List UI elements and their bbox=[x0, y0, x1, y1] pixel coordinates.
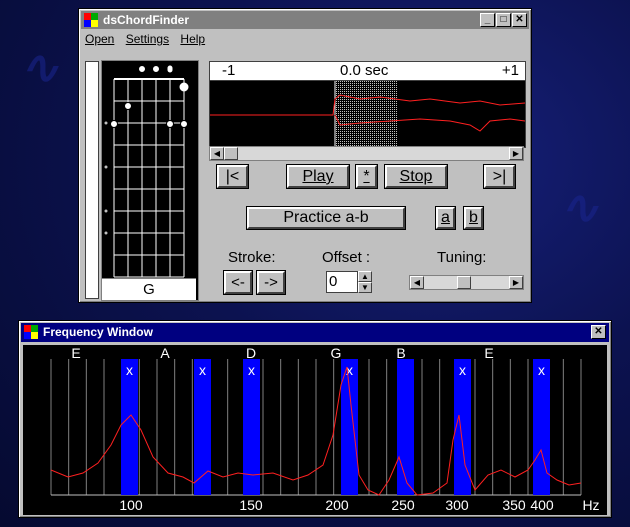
minimize-button[interactable]: _ bbox=[480, 13, 495, 27]
tuning-label: Tuning: bbox=[437, 249, 487, 266]
axis-tick-label: 200 bbox=[325, 497, 349, 513]
axis-tick-label: 300 bbox=[445, 497, 469, 513]
stroke-prev-button[interactable]: <- bbox=[223, 270, 253, 295]
mark-button[interactable]: * bbox=[355, 164, 378, 189]
axis-tick-label: 400 bbox=[530, 497, 554, 513]
scroll-thumb[interactable] bbox=[224, 147, 238, 160]
offset-label: Offset : bbox=[322, 249, 371, 266]
note-band bbox=[121, 359, 138, 495]
offset-input[interactable]: 0 bbox=[326, 271, 358, 293]
note-label: E bbox=[71, 345, 80, 361]
menu-open[interactable]: Open bbox=[81, 30, 118, 48]
frequency-close-button[interactable]: ✕ bbox=[591, 325, 606, 339]
fretboard bbox=[104, 64, 189, 278]
axis-tick-label: 350 bbox=[502, 497, 526, 513]
note-label: G bbox=[331, 345, 342, 361]
axis-unit-label: Hz bbox=[582, 497, 599, 513]
desktop-background-decoration: ∿ bbox=[20, 40, 59, 94]
note-band bbox=[341, 359, 358, 495]
timeline-center-label: 0.0 sec bbox=[340, 62, 389, 79]
note-band bbox=[533, 359, 550, 495]
stroke-label: Stroke: bbox=[228, 249, 276, 266]
frequency-window: Frequency Window ✕ x x x x x x E A D G B E 100 150 200… bbox=[18, 320, 612, 518]
note-label: B bbox=[396, 345, 405, 361]
tuning-left-arrow[interactable]: ◀ bbox=[410, 276, 424, 289]
tuning-thumb[interactable] bbox=[457, 276, 471, 289]
tuning-right-arrow[interactable]: ▶ bbox=[509, 276, 523, 289]
offset-spinner[interactable]: 0 ▲ ▼ bbox=[326, 271, 372, 293]
menu-bar: Open Settings Help bbox=[81, 30, 529, 48]
tuning-slider[interactable]: ◀ ▶ bbox=[409, 275, 524, 290]
play-button[interactable]: Play bbox=[286, 164, 350, 189]
waveform bbox=[210, 81, 525, 147]
close-button[interactable]: ✕ bbox=[512, 13, 527, 27]
offset-up-arrow[interactable]: ▲ bbox=[358, 271, 372, 282]
go-last-button[interactable]: >| bbox=[483, 164, 516, 189]
axis-tick-label: 150 bbox=[239, 497, 263, 513]
waveform-view[interactable] bbox=[209, 80, 526, 148]
desktop-background-decoration: ∿ bbox=[560, 180, 599, 234]
practice-button[interactable]: Practice a-b bbox=[246, 206, 406, 230]
note-label: A bbox=[160, 345, 170, 361]
menu-settings[interactable]: Settings bbox=[122, 30, 173, 48]
axis-tick-label: 100 bbox=[119, 497, 143, 513]
note-mark: x bbox=[459, 362, 466, 378]
marker-b-button[interactable]: b bbox=[463, 206, 484, 230]
chord-name: G bbox=[143, 281, 155, 298]
frequency-titlebar[interactable]: Frequency Window ✕ bbox=[21, 323, 609, 342]
timeline-right-label: +1 bbox=[501, 62, 519, 79]
timeline-left-label: -1 bbox=[222, 62, 236, 79]
marker-a-button[interactable]: a bbox=[435, 206, 456, 230]
note-mark: x bbox=[199, 362, 206, 378]
main-window-title: dsChordFinder bbox=[103, 13, 189, 27]
stroke-next-button[interactable]: -> bbox=[256, 270, 286, 295]
spectrum-plot: x x x x x xE A D G B E100 150 200 250 300 350 400 Hz bbox=[50, 345, 600, 513]
go-first-button[interactable]: |< bbox=[216, 164, 249, 189]
maximize-button[interactable]: □ bbox=[496, 13, 511, 27]
menu-help[interactable]: Help bbox=[176, 30, 209, 48]
axis-tick-label: 250 bbox=[391, 497, 415, 513]
note-mark: x bbox=[538, 362, 545, 378]
offset-down-arrow[interactable]: ▼ bbox=[358, 282, 372, 293]
app-icon bbox=[84, 13, 98, 27]
note-mark: x bbox=[126, 362, 133, 378]
app-icon bbox=[24, 325, 38, 339]
main-window: dsChordFinder _ □ ✕ Open Settings Help G… bbox=[78, 8, 532, 303]
level-meter bbox=[85, 61, 99, 299]
scroll-left-arrow[interactable]: ◀ bbox=[210, 147, 224, 160]
frequency-window-title: Frequency Window bbox=[43, 325, 153, 339]
note-label: D bbox=[246, 345, 256, 361]
chord-diagram: G bbox=[101, 60, 199, 301]
timeline-header: -1 0.0 sec +1 bbox=[209, 61, 526, 81]
chord-name-box: G bbox=[102, 278, 196, 300]
note-band bbox=[397, 359, 414, 495]
main-titlebar[interactable]: dsChordFinder _ □ ✕ bbox=[81, 11, 529, 29]
note-label: E bbox=[484, 345, 493, 361]
timeline-scrollbar[interactable]: ◀ ▶ bbox=[209, 146, 524, 161]
scroll-right-arrow[interactable]: ▶ bbox=[509, 147, 523, 160]
note-band bbox=[194, 359, 211, 495]
note-mark: x bbox=[248, 362, 255, 378]
spectrum-panel: x x x x x x E A D G B E 100 150 200 250 300 350 400 Hz bbox=[23, 345, 607, 515]
chord-fingerings bbox=[110, 64, 189, 128]
stop-button[interactable]: Stop bbox=[384, 164, 448, 189]
